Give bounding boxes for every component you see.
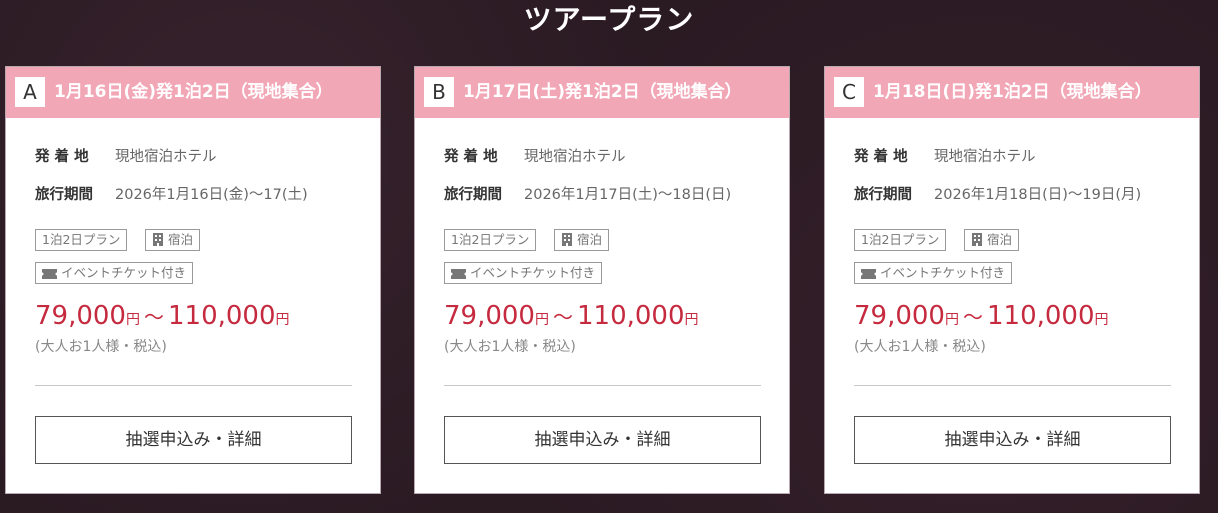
period-row: 旅行期間 2026年1月16日(金)～17(土) (35, 185, 308, 205)
price-separator: ～ (143, 305, 164, 329)
hotel-icon (562, 233, 572, 246)
price-note: (大人お1人様・税込) (854, 339, 986, 355)
tag-nights: 1泊2日プラン (35, 229, 128, 251)
period-label: 旅行期間 (854, 187, 912, 203)
price-min: 79,000 (444, 301, 535, 331)
tag-stay: 宿泊 (145, 229, 201, 251)
price-range: 79,000円～ 110,000円 (854, 301, 1109, 335)
plan-title: 1月16日(金)発1泊2日（現地集合） (54, 82, 333, 102)
tag-stay: 宿泊 (964, 229, 1020, 251)
price-unit: 円 (1094, 312, 1109, 328)
tag-ticket: イベントチケット付き (854, 262, 1013, 284)
price-note: (大人お1人様・税込) (35, 339, 167, 355)
plan-letter-badge: B (424, 77, 454, 107)
divider (854, 385, 1171, 386)
plan-header: A 1月16日(金)発1泊2日（現地集合） (6, 67, 380, 118)
period-value: 2026年1月18日(日)～19日(月) (934, 187, 1142, 203)
price-min: 79,000 (35, 301, 126, 331)
price-unit: 円 (534, 312, 549, 328)
tag-nights: 1泊2日プラン (444, 229, 537, 251)
origin-row: 発 着 地 現地宿泊ホテル (444, 147, 626, 167)
price-max: 110,000 (167, 301, 276, 331)
plan-card-c: C 1月18日(日)発1泊2日（現地集合） 発 着 地 現地宿泊ホテル 旅行期間 2… (824, 66, 1200, 494)
origin-label: 発 着 地 (444, 149, 498, 165)
ticket-icon (42, 269, 57, 279)
plan-card-b: B 1月17日(土)発1泊2日（現地集合） 発 着 地 現地宿泊ホテル 旅行期間 2… (414, 66, 790, 494)
plan-header: C 1月18日(日)発1泊2日（現地集合） (825, 67, 1199, 118)
ticket-icon (451, 269, 466, 279)
tag-ticket: イベントチケット付き (444, 262, 603, 284)
price-unit: 円 (125, 312, 140, 328)
price-note: (大人お1人様・税込) (444, 339, 576, 355)
tag-ticket: イベントチケット付き (35, 262, 194, 284)
origin-row: 発 着 地 現地宿泊ホテル (854, 147, 1036, 167)
divider (35, 385, 352, 386)
period-row: 旅行期間 2026年1月17日(土)～18日(日) (444, 185, 731, 205)
plan-title: 1月17日(土)発1泊2日（現地集合） (463, 82, 742, 102)
plan-card-a: A 1月16日(金)発1泊2日（現地集合） 発 着 地 現地宿泊ホテル 旅行期間 2… (5, 66, 381, 494)
tag-ticket-label: イベントチケット付き (470, 265, 596, 280)
tag-nights: 1泊2日プラン (854, 229, 947, 251)
price-range: 79,000円～ 110,000円 (444, 301, 699, 335)
apply-details-button[interactable]: 抽選申込み・詳細 (444, 416, 761, 464)
plan-letter-badge: A (15, 77, 45, 107)
hotel-icon (153, 233, 163, 246)
price-max: 110,000 (986, 301, 1095, 331)
apply-details-button[interactable]: 抽選申込み・詳細 (854, 416, 1171, 464)
period-value: 2026年1月16日(金)～17(土) (115, 187, 308, 203)
apply-details-button[interactable]: 抽選申込み・詳細 (35, 416, 352, 464)
origin-label: 発 着 地 (854, 149, 908, 165)
price-unit: 円 (944, 312, 959, 328)
period-label: 旅行期間 (444, 187, 502, 203)
origin-value: 現地宿泊ホテル (934, 149, 1036, 165)
plan-letter-badge: C (834, 77, 864, 107)
period-value: 2026年1月17日(土)～18日(日) (524, 187, 732, 203)
price-separator: ～ (552, 305, 573, 329)
tag-stay-label: 宿泊 (168, 232, 194, 247)
tag-ticket-label: イベントチケット付き (880, 265, 1006, 280)
ticket-icon (861, 269, 876, 279)
price-max: 110,000 (576, 301, 685, 331)
origin-value: 現地宿泊ホテル (524, 149, 626, 165)
origin-value: 現地宿泊ホテル (115, 149, 217, 165)
hotel-icon (972, 233, 982, 246)
tag-stay-label: 宿泊 (577, 232, 603, 247)
tag-stay: 宿泊 (554, 229, 610, 251)
period-row: 旅行期間 2026年1月18日(日)～19日(月) (854, 185, 1141, 205)
origin-row: 発 着 地 現地宿泊ホテル (35, 147, 217, 167)
section-title: ツアープラン (523, 3, 695, 36)
plan-header: B 1月17日(土)発1泊2日（現地集合） (415, 67, 789, 118)
divider (444, 385, 761, 386)
origin-label: 発 着 地 (35, 149, 89, 165)
price-separator: ～ (962, 305, 983, 329)
price-range: 79,000円～ 110,000円 (35, 301, 290, 335)
price-unit: 円 (275, 312, 290, 328)
tag-stay-label: 宿泊 (987, 232, 1013, 247)
price-unit: 円 (684, 312, 699, 328)
period-label: 旅行期間 (35, 187, 93, 203)
plan-title: 1月18日(日)発1泊2日（現地集合） (873, 82, 1152, 102)
price-min: 79,000 (854, 301, 945, 331)
tag-ticket-label: イベントチケット付き (61, 265, 187, 280)
